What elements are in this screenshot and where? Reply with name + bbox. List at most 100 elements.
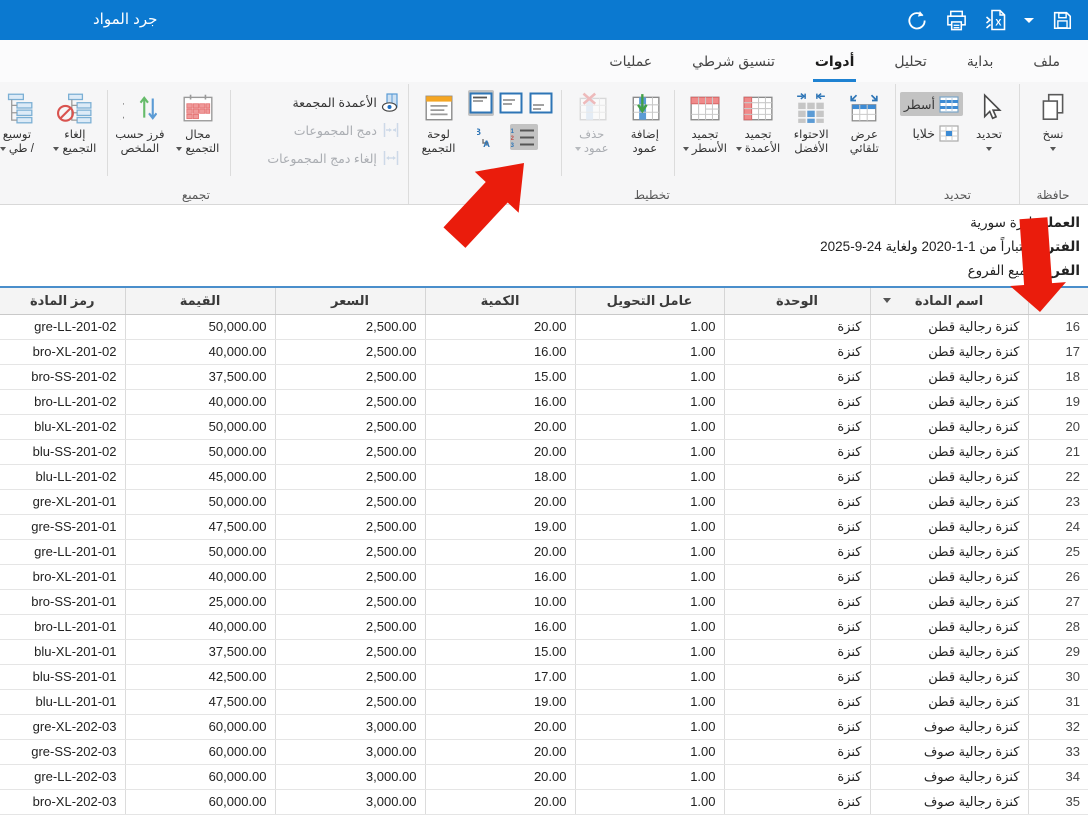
cell-value[interactable]: 40,000.00 xyxy=(125,614,275,639)
cell-name[interactable]: كنزة رجالية صوف xyxy=(870,714,1028,739)
cell-row_num[interactable]: 32 xyxy=(1028,714,1088,739)
cell-price[interactable]: 3,000.00 xyxy=(275,764,425,789)
cell-name[interactable]: كنزة رجالية قطن xyxy=(870,439,1028,464)
cell-code[interactable]: gre-SS-201-01 xyxy=(0,514,125,539)
cell-qty[interactable]: 16.00 xyxy=(425,564,575,589)
card-view-3-button[interactable] xyxy=(468,90,494,116)
cell-price[interactable]: 2,500.00 xyxy=(275,589,425,614)
cell-qty[interactable]: 15.00 xyxy=(425,639,575,664)
cell-name[interactable]: كنزة رجالية قطن xyxy=(870,364,1028,389)
table-row[interactable]: 23كنزة رجالية قطنكنزة1.0020.002,500.0050… xyxy=(0,489,1088,514)
cell-name[interactable]: كنزة رجالية قطن xyxy=(870,314,1028,339)
cell-unit[interactable]: كنزة xyxy=(724,589,870,614)
cell-price[interactable]: 2,500.00 xyxy=(275,514,425,539)
cell-row_num[interactable]: 29 xyxy=(1028,639,1088,664)
cell-value[interactable]: 47,500.00 xyxy=(125,689,275,714)
cell-qty[interactable]: 16.00 xyxy=(425,614,575,639)
cell-value[interactable]: 60,000.00 xyxy=(125,739,275,764)
cell-price[interactable]: 2,500.00 xyxy=(275,364,425,389)
cell-unit[interactable]: كنزة xyxy=(724,639,870,664)
cell-value[interactable]: 42,500.00 xyxy=(125,664,275,689)
cell-row_num[interactable]: 16 xyxy=(1028,314,1088,339)
table-row[interactable]: 25كنزة رجالية قطنكنزة1.0020.002,500.0050… xyxy=(0,539,1088,564)
cell-row_num[interactable]: 31 xyxy=(1028,689,1088,714)
cell-conversion[interactable]: 1.00 xyxy=(575,389,724,414)
cell-conversion[interactable]: 1.00 xyxy=(575,614,724,639)
cell-name[interactable]: كنزة رجالية قطن xyxy=(870,689,1028,714)
cell-name[interactable]: كنزة رجالية قطن xyxy=(870,589,1028,614)
table-row[interactable]: 24كنزة رجالية قطنكنزة1.0019.002,500.0047… xyxy=(0,514,1088,539)
cell-code[interactable]: gre-XL-202-03 xyxy=(0,714,125,739)
table-row[interactable]: 30كنزة رجالية قطنكنزة1.0017.002,500.0042… xyxy=(0,664,1088,689)
cell-unit[interactable]: كنزة xyxy=(724,664,870,689)
table-row[interactable]: 17كنزة رجالية قطنكنزة1.0016.002,500.0040… xyxy=(0,339,1088,364)
cell-conversion[interactable]: 1.00 xyxy=(575,664,724,689)
cell-unit[interactable]: كنزة xyxy=(724,389,870,414)
cell-row_num[interactable]: 23 xyxy=(1028,489,1088,514)
cell-price[interactable]: 2,500.00 xyxy=(275,339,425,364)
cell-row_num[interactable]: 24 xyxy=(1028,514,1088,539)
cell-row_num[interactable]: 19 xyxy=(1028,389,1088,414)
tab-operations[interactable]: عمليات xyxy=(607,45,654,82)
select-cells-toggle[interactable]: خلايا xyxy=(900,121,963,145)
add-column-button[interactable]: إضافةعمود xyxy=(618,86,671,182)
column-header-qty[interactable]: الكمية xyxy=(425,288,575,314)
cell-code[interactable]: bro-SS-201-02 xyxy=(0,364,125,389)
cell-qty[interactable]: 16.00 xyxy=(425,389,575,414)
cell-value[interactable]: 45,000.00 xyxy=(125,464,275,489)
delete-column-button[interactable]: حذفعمود xyxy=(565,86,618,182)
cell-name[interactable]: كنزة رجالية قطن xyxy=(870,664,1028,689)
table-row[interactable]: 32كنزة رجالية صوفكنزة1.0020.003,000.0060… xyxy=(0,714,1088,739)
cell-value[interactable]: 50,000.00 xyxy=(125,414,275,439)
tab-tools[interactable]: أدوات xyxy=(813,45,857,82)
table-row[interactable]: 35كنزة رجالية صوفكنزة1.0020.003,000.0060… xyxy=(0,789,1088,814)
auto-width-button[interactable]: عرضتلقائي xyxy=(838,86,891,182)
cell-unit[interactable]: كنزة xyxy=(724,789,870,814)
table-row[interactable]: 29كنزة رجالية قطنكنزة1.0015.002,500.0037… xyxy=(0,639,1088,664)
cell-name[interactable]: كنزة رجالية قطن xyxy=(870,339,1028,364)
cell-price[interactable]: 2,500.00 xyxy=(275,664,425,689)
grouped-columns-button[interactable]: الأعمدة المجمعة xyxy=(234,90,404,114)
cell-unit[interactable]: كنزة xyxy=(724,489,870,514)
table-row[interactable]: 21كنزة رجالية قطنكنزة1.0020.002,500.0050… xyxy=(0,439,1088,464)
cell-price[interactable]: 3,000.00 xyxy=(275,714,425,739)
cell-value[interactable]: 60,000.00 xyxy=(125,764,275,789)
sort-alphabetical-button[interactable]: ABA xyxy=(476,124,504,150)
cell-qty[interactable]: 20.00 xyxy=(425,539,575,564)
cell-unit[interactable]: كنزة xyxy=(724,564,870,589)
column-header-code[interactable]: رمز المادة xyxy=(0,288,125,314)
cell-value[interactable]: 40,000.00 xyxy=(125,389,275,414)
cell-price[interactable]: 2,500.00 xyxy=(275,564,425,589)
cell-price[interactable]: 2,500.00 xyxy=(275,389,425,414)
cell-qty[interactable]: 18.00 xyxy=(425,464,575,489)
cell-row_num[interactable]: 30 xyxy=(1028,664,1088,689)
cell-price[interactable]: 2,500.00 xyxy=(275,414,425,439)
column-header-conversion[interactable]: عامل التحويل xyxy=(575,288,724,314)
cell-value[interactable]: 40,000.00 xyxy=(125,339,275,364)
cell-value[interactable]: 25,000.00 xyxy=(125,589,275,614)
cell-row_num[interactable]: 27 xyxy=(1028,589,1088,614)
copy-button[interactable]: نسخ xyxy=(1024,86,1082,182)
cell-unit[interactable]: كنزة xyxy=(724,739,870,764)
cell-name[interactable]: كنزة رجالية صوف xyxy=(870,739,1028,764)
table-row[interactable]: 31كنزة رجالية قطنكنزة1.0019.002,500.0047… xyxy=(0,689,1088,714)
cell-conversion[interactable]: 1.00 xyxy=(575,514,724,539)
cell-code[interactable]: gre-XL-201-01 xyxy=(0,489,125,514)
cell-conversion[interactable]: 1.00 xyxy=(575,314,724,339)
cell-row_num[interactable]: 25 xyxy=(1028,539,1088,564)
cell-qty[interactable]: 16.00 xyxy=(425,339,575,364)
cell-value[interactable]: 37,500.00 xyxy=(125,639,275,664)
ungroup-button[interactable]: إلغاءالتجميع xyxy=(46,86,104,182)
cell-value[interactable]: 40,000.00 xyxy=(125,564,275,589)
cell-code[interactable]: bro-LL-201-01 xyxy=(0,614,125,639)
cell-qty[interactable]: 20.00 xyxy=(425,764,575,789)
grouping-panel-button[interactable]: لوحةالتجميع xyxy=(413,86,464,182)
tab-conditional-format[interactable]: تنسيق شرطي xyxy=(690,45,777,82)
cell-row_num[interactable]: 21 xyxy=(1028,439,1088,464)
cell-row_num[interactable]: 34 xyxy=(1028,764,1088,789)
cell-qty[interactable]: 19.00 xyxy=(425,514,575,539)
cell-unit[interactable]: كنزة xyxy=(724,464,870,489)
cell-price[interactable]: 3,000.00 xyxy=(275,789,425,814)
cell-conversion[interactable]: 1.00 xyxy=(575,589,724,614)
card-view-2-button[interactable] xyxy=(498,90,524,116)
